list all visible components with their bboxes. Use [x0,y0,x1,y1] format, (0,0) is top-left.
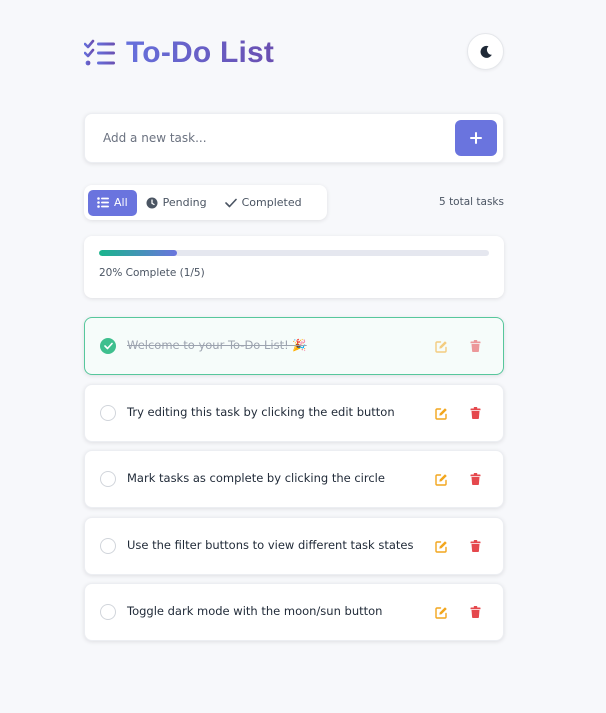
header: To-Do List [84,30,504,74]
task-text: Welcome to your To-Do List! 🎉 [127,338,307,352]
task-item: Mark tasks as complete by clicking the c… [84,450,504,508]
list-check-icon [84,39,116,67]
delete-task-button[interactable] [467,538,483,554]
filter-pending-label: Pending [162,196,207,209]
edit-icon [434,540,447,553]
total-tasks-count: 5 total tasks [439,196,504,208]
moon-icon [480,45,492,58]
progress-bar [99,250,489,256]
progress-card: 20% Complete (1/5) [84,236,504,298]
trash-icon [470,407,480,419]
check-icon [103,342,113,350]
edit-icon [434,606,447,619]
filter-pending-button[interactable]: Pending [137,190,216,216]
list-icon [97,197,109,208]
filter-all-label: All [114,196,128,209]
edit-task-button[interactable] [433,604,449,620]
filter-completed-label: Completed [241,196,302,209]
task-complete-toggle[interactable] [100,471,116,487]
check-icon [224,198,237,207]
delete-task-button[interactable] [467,604,483,620]
progress-fill [99,250,177,256]
edit-icon [434,473,447,486]
edit-task-button[interactable] [433,471,449,487]
filter-all-button[interactable]: All [88,189,137,216]
task-complete-toggle[interactable] [100,338,116,354]
progress-label: 20% Complete (1/5) [99,267,205,279]
plus-icon [470,132,482,144]
trash-icon [470,473,480,485]
task-item: Welcome to your To-Do List! 🎉 [84,317,504,375]
edit-icon [434,407,447,420]
task-text: Try editing this task by clicking the ed… [127,405,395,419]
trash-icon [470,540,480,552]
filter-completed-button[interactable]: Completed [216,190,311,216]
trash-icon [470,606,480,618]
task-text: Mark tasks as complete by clicking the c… [127,471,385,485]
task-text: Toggle dark mode with the moon/sun butto… [127,604,383,618]
edit-task-button[interactable] [433,338,449,354]
task-item: Toggle dark mode with the moon/sun butto… [84,583,504,641]
task-text: Use the filter buttons to view different… [127,538,414,552]
edit-icon [434,340,447,353]
delete-task-button[interactable] [467,471,483,487]
task-complete-toggle[interactable] [100,604,116,620]
add-task-button[interactable] [455,120,497,156]
theme-toggle-button[interactable] [467,33,504,70]
clock-icon [146,197,158,208]
task-item: Try editing this task by clicking the ed… [84,384,504,442]
task-complete-toggle[interactable] [100,538,116,554]
trash-icon [470,340,480,352]
title-group: To-Do List [84,36,274,70]
edit-task-button[interactable] [433,405,449,421]
new-task-input[interactable] [85,114,450,162]
delete-task-button[interactable] [467,338,483,354]
delete-task-button[interactable] [467,405,483,421]
add-task-form [84,113,504,163]
page-title: To-Do List [126,36,275,69]
filter-bar: All Pending Completed [84,185,327,220]
edit-task-button[interactable] [433,538,449,554]
task-item: Use the filter buttons to view different… [84,517,504,575]
task-complete-toggle[interactable] [100,405,116,421]
